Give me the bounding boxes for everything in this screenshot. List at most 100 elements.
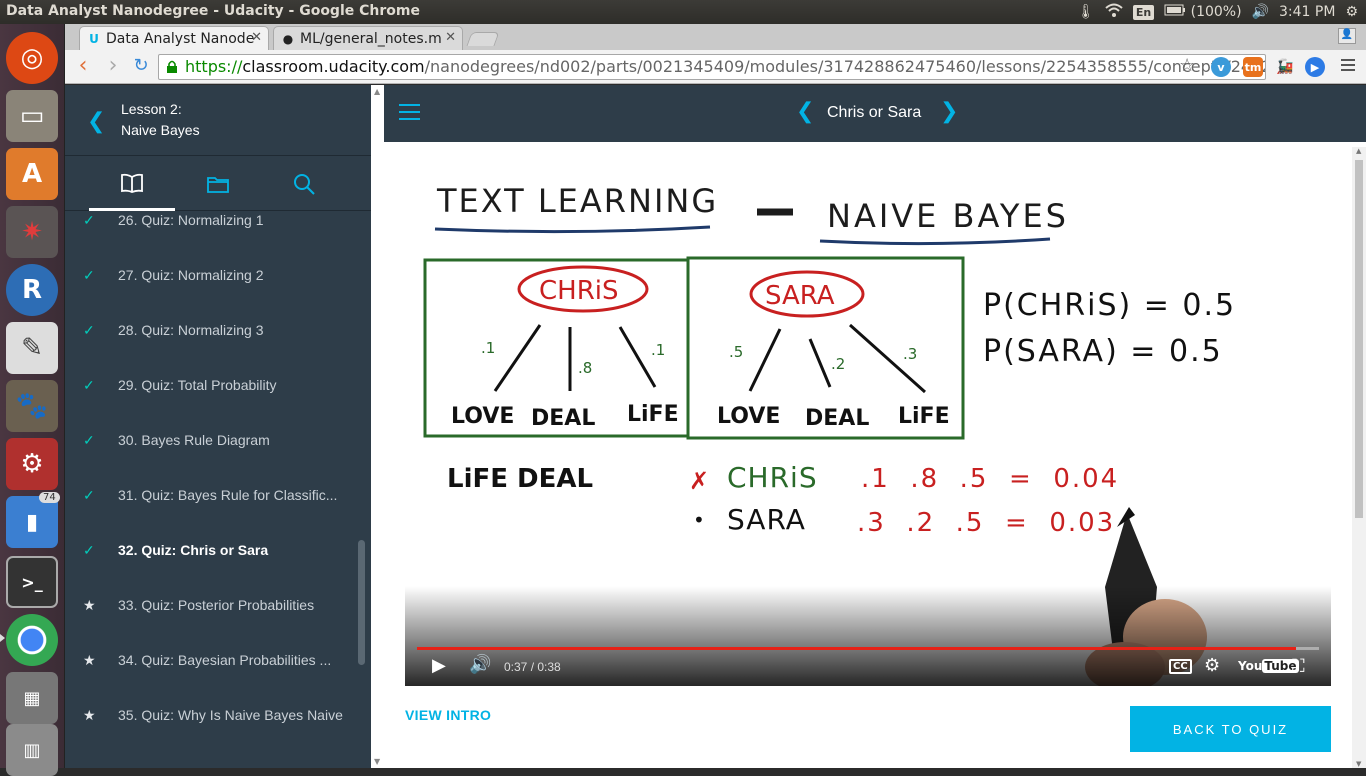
word-deal: DEAL <box>531 406 595 431</box>
back-to-quiz-button[interactable]: BACK TO QUIZ <box>1130 706 1331 752</box>
hamburger-menu-icon[interactable] <box>399 104 420 122</box>
concept-label: 33. Quiz: Posterior Probabilities <box>118 597 315 613</box>
battery-percent: (100%) <box>1190 4 1242 20</box>
previous-concept-chevron-icon[interactable]: ❮ <box>796 99 814 124</box>
workspace-switcher-icon[interactable]: ▦ <box>6 672 58 724</box>
tab-concepts[interactable] <box>89 157 175 211</box>
next-concept-chevron-icon[interactable]: ❯ <box>940 99 958 124</box>
sidebar-tabs <box>65 157 371 211</box>
lesson-video[interactable]: TEXT LEARNING NAIVE BAYES CHRiS SARA .1 … <box>405 147 1331 686</box>
fullscreen-icon[interactable]: ⛶ <box>1292 656 1305 677</box>
list-item[interactable]: ✓ 27. Quiz: Normalizing 2 <box>65 258 357 313</box>
video-time: 0:37 / 0:38 <box>504 660 561 674</box>
software-center-icon[interactable]: A <box>6 148 58 200</box>
row-chris-calc: .1 .8 .5 = 0.04 <box>861 464 1119 494</box>
scroll-down-arrow-icon[interactable]: ▼ <box>1356 760 1361 768</box>
lesson-header: ❮ Lesson 2: Naive Bayes <box>65 85 371 156</box>
r-language-icon[interactable]: R <box>6 264 58 316</box>
new-tab-button[interactable] <box>466 32 500 46</box>
train-extension-icon[interactable]: 🚂 <box>1275 57 1295 77</box>
concept-list: ✓ 26. Quiz: Normalizing 1 ✓ 27. Quiz: Norma… <box>65 212 357 768</box>
query-life-deal: LiFE DEAL <box>447 464 593 494</box>
prior-sara: P(SARA) = 0.5 <box>983 334 1223 369</box>
trash-icon[interactable]: ▥ <box>6 724 58 776</box>
volume-icon[interactable]: 🔊 <box>469 654 491 675</box>
title-naive-bayes: NAIVE BAYES <box>827 197 1069 235</box>
settings-gear-icon[interactable]: ⚙ <box>1204 655 1220 676</box>
star-icon: ★ <box>83 707 96 723</box>
chris-label: CHRiS <box>539 276 619 306</box>
ubuntu-dash-icon[interactable]: ◎ <box>6 32 58 84</box>
tab-github[interactable]: ● ML/general_notes.m ✕ <box>273 26 463 50</box>
bookmark-star-icon[interactable]: ☆ <box>1179 55 1195 76</box>
list-item[interactable]: ✓ 32. Quiz: Chris or Sara <box>65 533 357 588</box>
checkmark-icon: ✓ <box>83 212 95 228</box>
profile-icon[interactable]: 👤 <box>1338 28 1356 44</box>
thermometer-icon[interactable]: 🌡 <box>1077 4 1095 20</box>
close-tab-icon[interactable]: ✕ <box>251 30 262 45</box>
chrome-icon[interactable] <box>6 614 58 666</box>
back-to-lessons-chevron-icon[interactable]: ❮ <box>87 109 105 134</box>
list-item[interactable]: ✓ 29. Quiz: Total Probability <box>65 368 357 423</box>
battery-indicator[interactable]: (100%) <box>1164 4 1242 20</box>
close-tab-icon[interactable]: ✕ <box>445 30 456 45</box>
address-bar[interactable]: https://classroom.udacity.com/nanodegree… <box>158 54 1266 80</box>
volume-icon[interactable]: 🔊 <box>1252 4 1269 20</box>
concept-label: 29. Quiz: Total Probability <box>118 377 277 393</box>
video-progress-bar[interactable] <box>417 647 1319 650</box>
list-item[interactable]: ✓ 26. Quiz: Normalizing 1 <box>65 212 357 258</box>
system-settings-icon[interactable]: ⚙ <box>6 438 58 490</box>
sidebar-scrollbar[interactable] <box>358 540 365 665</box>
youtube-logo-icon[interactable]: You Tube <box>1238 659 1299 673</box>
forward-arrow-icon[interactable]: › <box>101 55 125 79</box>
file-manager-icon[interactable]: ▭ <box>6 90 58 142</box>
keyboard-layout-indicator[interactable]: En <box>1132 4 1155 20</box>
wifi-icon[interactable] <box>1105 3 1123 21</box>
word-labels: LOVE DEAL LiFE LOVE DEAL LiFE <box>451 402 950 431</box>
video-extension-icon[interactable]: ▶ <box>1305 57 1325 77</box>
list-item[interactable]: ★ 34. Quiz: Bayesian Probabilities ... <box>65 643 357 698</box>
play-icon[interactable]: ▶ <box>432 655 446 676</box>
thermometer-app-icon[interactable]: ▮ 74 <box>6 492 60 548</box>
main-scrollbar-thumb[interactable] <box>1355 160 1363 518</box>
terminal-icon[interactable]: >_ <box>6 556 58 608</box>
clock[interactable]: 3:41 PM <box>1279 4 1335 20</box>
tm-extension-icon[interactable]: tm <box>1243 57 1263 77</box>
lesson-sidebar: ❮ Lesson 2: Naive Bayes ✓ 26. Quiz: Norma… <box>65 85 371 768</box>
chrome-menu-icon[interactable] <box>1341 59 1355 71</box>
view-intro-link[interactable]: VIEW INTRO <box>405 707 491 723</box>
url-path: /nanodegrees/nd002/parts/0021345409/modu… <box>424 57 1266 76</box>
list-item[interactable]: ★ 35. Quiz: Why Is Naive Bayes Naive <box>65 698 357 753</box>
page-gutter: ▲ ▼ <box>371 85 384 768</box>
scroll-down-arrow-icon[interactable]: ▼ <box>374 757 380 766</box>
url-scheme: https:// <box>185 57 243 76</box>
list-item[interactable]: ★ 33. Quiz: Posterior Probabilities <box>65 588 357 643</box>
system-tray: 🌡 En (100%) 🔊 3:41 PM ⚙ <box>1077 0 1366 24</box>
captions-icon[interactable]: CC <box>1169 659 1192 674</box>
launcher: ◎ ▭ A ✷ R ✎ 🐾 ⚙ ▮ 74 >_ ▦ ▥ <box>0 24 65 776</box>
reload-icon[interactable]: ↻ <box>129 55 153 79</box>
gimp-icon[interactable]: 🐾 <box>6 380 58 432</box>
word-life: LiFE <box>898 404 950 429</box>
star-icon: ★ <box>83 597 96 613</box>
tab-udacity[interactable]: U Data Analyst Nanode ✕ <box>79 26 269 50</box>
scroll-up-arrow-icon[interactable]: ▲ <box>374 87 380 96</box>
word-love: LOVE <box>717 404 780 429</box>
list-item[interactable]: ✓ 31. Quiz: Bayes Rule for Classific... <box>65 478 357 533</box>
vimeo-extension-icon[interactable]: v <box>1211 57 1231 77</box>
scroll-up-arrow-icon[interactable]: ▲ <box>1356 147 1361 155</box>
tab-label: Data Analyst Nanode <box>106 30 255 47</box>
concept-label: 27. Quiz: Normalizing 2 <box>118 267 264 283</box>
text-editor-icon[interactable]: ✎ <box>6 322 58 374</box>
spiderweb-app-icon[interactable]: ✷ <box>6 206 58 258</box>
list-item[interactable]: ✓ 28. Quiz: Normalizing 3 <box>65 313 357 368</box>
settings-gear-icon[interactable]: ⚙ <box>1345 4 1358 20</box>
row-sara-name: SARA <box>727 503 806 536</box>
list-item[interactable]: ✓ 30. Bayes Rule Diagram <box>65 423 357 478</box>
back-arrow-icon[interactable]: ‹ <box>71 55 95 79</box>
sara-prob-life: .3 <box>903 345 917 363</box>
concept-label: 30. Bayes Rule Diagram <box>118 432 270 448</box>
chris-prob-life: .1 <box>651 341 665 359</box>
tab-search[interactable] <box>261 157 347 211</box>
tab-resources[interactable] <box>175 157 261 211</box>
